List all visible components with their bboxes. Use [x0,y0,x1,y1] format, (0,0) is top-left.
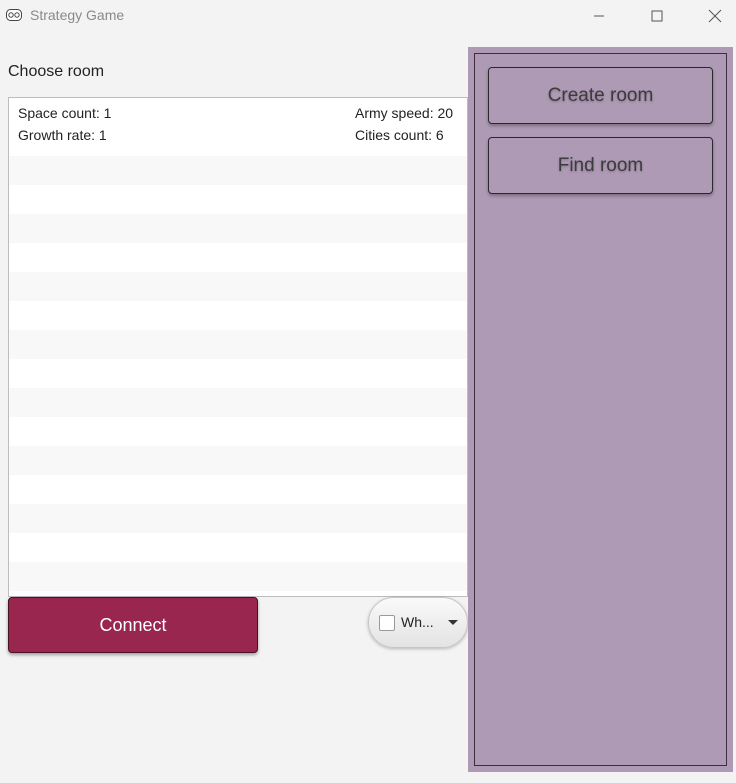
choose-room-label: Choose room [8,63,105,80]
empty-list-row [9,388,467,417]
army-speed-value: Army speed: 20 [355,105,454,121]
find-room-button[interactable]: Find room [488,137,713,194]
minimize-button[interactable] [576,0,622,32]
empty-list-row [9,446,467,475]
gamepad-icon [6,9,22,21]
empty-list-row [9,272,467,301]
empty-list-row [9,156,467,185]
minimize-icon [594,15,604,17]
close-button[interactable] [692,0,736,32]
create-room-button[interactable]: Create room [488,67,713,124]
empty-list-row [9,330,467,359]
connect-button[interactable]: Connect [8,597,258,653]
filter-checkbox[interactable] [379,615,395,631]
filter-combo-box[interactable]: Wh... [368,597,468,648]
empty-list-row [9,301,467,330]
maximize-button[interactable] [634,0,680,32]
empty-list-row [9,359,467,388]
chevron-down-icon[interactable] [448,620,458,625]
space-count-value: Space count: 1 [18,105,112,121]
empty-list-row [9,533,467,562]
close-icon [708,9,722,23]
empty-list-row [9,475,467,504]
room-list[interactable]: Space count: 1 Growth rate: 1 Army speed… [8,97,468,597]
window-title: Strategy Game [30,7,125,23]
title-bar: Strategy Game [0,0,736,32]
maximize-icon [651,10,663,22]
cities-count-value: Cities count: 6 [355,127,444,143]
empty-list-row [9,243,467,272]
empty-list-row [9,214,467,243]
empty-list-row [9,185,467,214]
growth-rate-value: Growth rate: 1 [18,127,107,143]
empty-list-row [9,417,467,446]
filter-label: Wh... [401,614,434,630]
empty-list-row [9,504,467,533]
room-list-item[interactable]: Space count: 1 Growth rate: 1 Army speed… [9,98,467,156]
empty-list-row [9,562,467,591]
